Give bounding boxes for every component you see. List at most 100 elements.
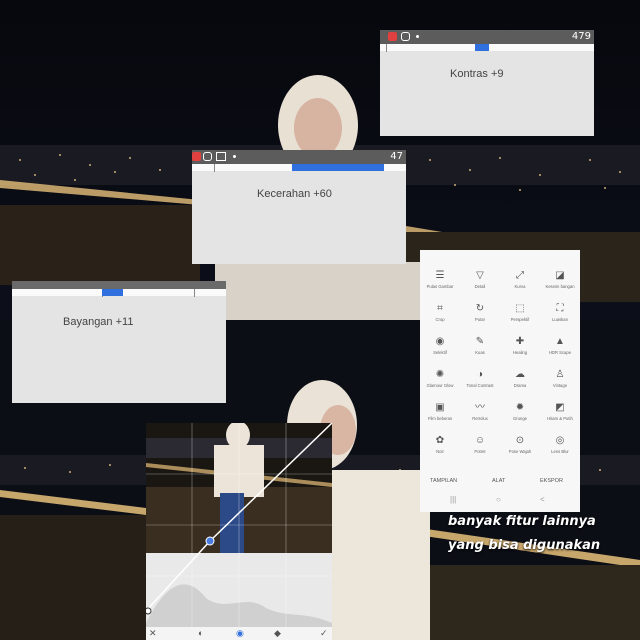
tool-label: Noir (436, 449, 444, 454)
tool-item[interactable]: ☺ Potret (460, 435, 500, 454)
recent-apps-icon[interactable]: ||| (450, 495, 456, 504)
tool-item[interactable]: ✚ Healing (500, 336, 540, 355)
tool-label: Grunge (513, 416, 527, 421)
tool-item[interactable]: ⊙ Pose Wajah (500, 435, 540, 454)
hdr-icon: ▲ (555, 336, 565, 347)
slider-center-tick (386, 44, 387, 52)
triangle-down-icon: ▽ (476, 270, 484, 281)
status-bar: 47 (192, 150, 406, 164)
dot-icon (233, 155, 236, 158)
tool-item[interactable]: ✎ Kuas (460, 336, 500, 355)
eye-icon[interactable]: ◉ (236, 628, 244, 639)
back-icon[interactable]: < (540, 495, 545, 504)
tool-item[interactable]: ◑ Tonal Contrast (460, 369, 500, 388)
slider-center-tick (214, 164, 215, 172)
white-balance-icon: ◪ (555, 270, 565, 281)
mustache-icon: 〰 (475, 402, 485, 413)
kontras-slider-fill (475, 44, 489, 51)
tool-item[interactable]: ✹ Grunge (500, 402, 540, 421)
slider-end-tick (194, 289, 195, 297)
status-right: 47 (390, 151, 403, 162)
brush-icon: ✎ (475, 336, 485, 347)
tool-label: Drama (513, 383, 527, 388)
tool-item[interactable]: ⌗ Crop (420, 303, 460, 322)
curves-toolbar: ✕ ◐ ◉ ◆ ✓ (146, 627, 332, 640)
crop-icon: ⌗ (437, 303, 443, 314)
status-right: 479 (571, 31, 591, 42)
bayangan-label: Bayangan +11 (63, 316, 134, 328)
kecerahan-slider[interactable] (192, 164, 406, 172)
tool-item[interactable]: ◉ Selektif (420, 336, 460, 355)
curve-control-point[interactable] (205, 536, 215, 546)
caption-line-2: yang bisa digunakan (448, 538, 601, 553)
tool-item[interactable]: ⤢ Kurva (500, 270, 540, 289)
notification-icon (192, 152, 201, 161)
tool-item[interactable]: 〰 Retrolux (460, 402, 500, 421)
kontras-label: Kontras +9 (450, 68, 504, 80)
close-icon[interactable]: ✕ (149, 628, 157, 639)
kontras-panel: 479 Kontras +9 (380, 30, 594, 136)
tool-label: Glamour Glow (426, 383, 454, 388)
tool-label: Lens Blur (551, 449, 569, 454)
tool-label: Perspektif (510, 317, 530, 322)
tool-label: Hitam & Putih (547, 416, 573, 421)
rotate-icon: ↻ (475, 303, 485, 314)
kecerahan-panel: 47 Kecerahan +60 (192, 150, 406, 264)
curve-endpoint[interactable] (146, 607, 152, 615)
tonal-icon: ◑ (476, 369, 484, 380)
tool-item[interactable]: ☰ Pulas Gambar (420, 270, 460, 289)
channel-icon[interactable]: ◐ (198, 628, 203, 638)
tool-label: Film beberas (427, 416, 453, 421)
noir-icon: ✿ (435, 435, 445, 446)
tool-label: HDR Scape (548, 350, 572, 355)
tool-label: Tonal Contrast (466, 383, 494, 388)
instagram-icon (203, 152, 212, 161)
tool-item[interactable]: ☁ Drama (500, 369, 540, 388)
tool-item[interactable]: ◪ Keseim bangan (540, 270, 580, 289)
bayangan-panel: Bayangan +11 (12, 281, 226, 403)
glow-icon: ✺ (435, 369, 445, 380)
status-bar: 479 (380, 30, 594, 44)
curves-panel: ✕ ◐ ◉ ◆ ✓ (146, 423, 332, 640)
tool-item[interactable]: ✿ Noir (420, 435, 460, 454)
gallery-icon (216, 152, 226, 161)
drama-icon: ☁ (515, 369, 525, 380)
perspective-icon: ⬚ (515, 303, 525, 314)
tool-label: Keseim bangan (545, 284, 575, 289)
tool-label: Kuas (475, 350, 485, 355)
bottom-tabs: TAMPILAN ALAT EKSPOR (420, 476, 580, 488)
grunge-icon: ✹ (515, 402, 525, 413)
tool-label: Kurva (514, 284, 526, 289)
apply-icon[interactable]: ✓ (320, 628, 328, 639)
tool-label: Pose Wajah (508, 449, 532, 454)
tool-item[interactable]: ⬚ Perspektif (500, 303, 540, 322)
tab-alat[interactable]: ALAT (492, 478, 505, 484)
tool-item[interactable]: ◩ Hitam & Putih (540, 402, 580, 421)
preset-icon[interactable]: ◆ (274, 628, 281, 639)
tool-item[interactable]: ◎ Lens Blur (540, 435, 580, 454)
bw-icon: ◩ (555, 402, 565, 413)
tool-item[interactable]: ⛶ Luaskan (540, 303, 580, 322)
tool-label: Selektif (433, 350, 447, 355)
dot-icon (416, 35, 419, 38)
face-pose-icon: ⊙ (515, 435, 525, 446)
home-icon[interactable]: ○ (496, 495, 501, 504)
lens-blur-icon: ◎ (555, 435, 565, 446)
tool-item[interactable]: ▲ HDR Scape (540, 336, 580, 355)
healing-icon: ✚ (515, 336, 525, 347)
tool-label: Crop (435, 317, 445, 322)
tool-item[interactable]: ✺ Glamour Glow (420, 369, 460, 388)
tool-item[interactable]: ▽ Detail (460, 270, 500, 289)
bayangan-slider[interactable] (12, 289, 226, 297)
kontras-slider[interactable] (380, 44, 594, 52)
tools-panel: ☰ Pulas Gambar ▽ Detail ⤢ Kurva ◪ Keseim bangan… (420, 250, 580, 512)
expand-icon: ⛶ (556, 303, 564, 314)
curves-icon: ⤢ (516, 270, 524, 281)
tool-item[interactable]: ↻ Putar (460, 303, 500, 322)
tab-tampilan[interactable]: TAMPILAN (430, 478, 457, 484)
selective-icon: ◉ (435, 336, 445, 347)
tool-item[interactable]: ▣ Film beberas (420, 402, 460, 421)
caption-line-1: banyak fitur lainnya (448, 514, 596, 529)
tab-ekspor[interactable]: EKSPOR (540, 478, 563, 484)
tool-item[interactable]: ♙ Vintage (540, 369, 580, 388)
